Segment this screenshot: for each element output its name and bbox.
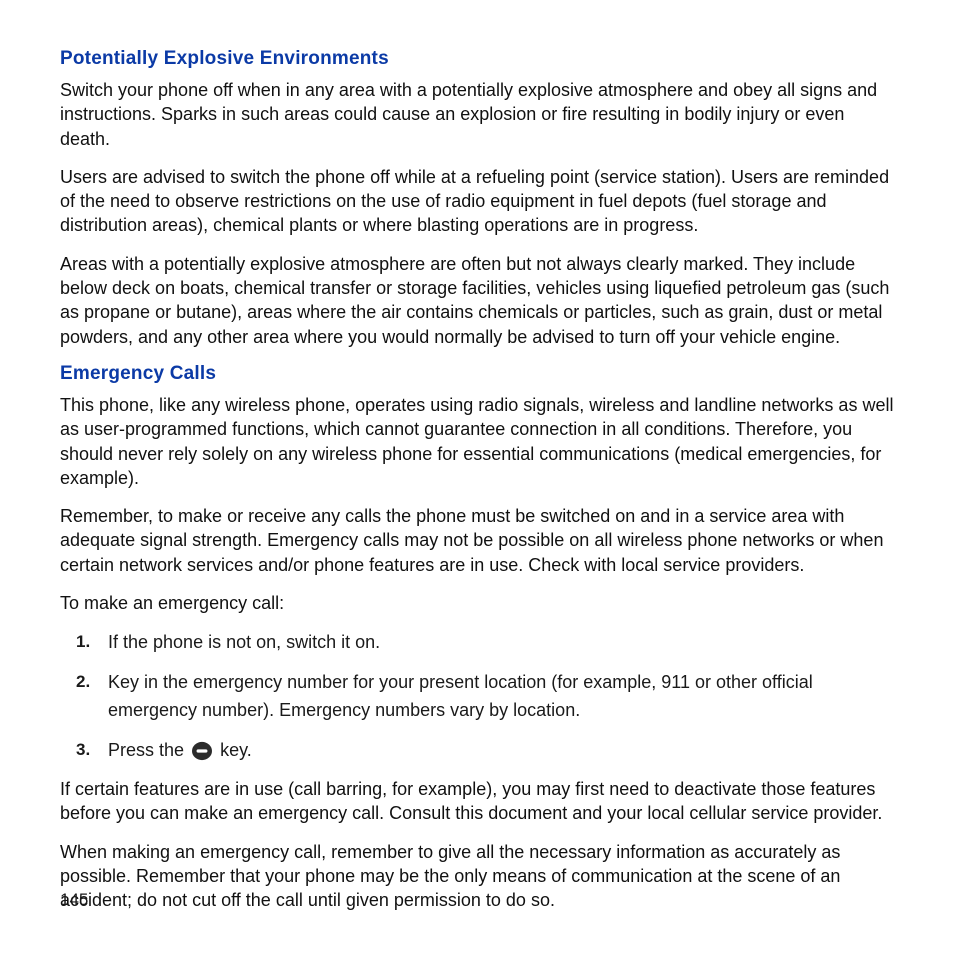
list-item: If the phone is not on, switch it on. xyxy=(88,629,894,657)
body-paragraph: Remember, to make or receive any calls t… xyxy=(60,504,894,577)
end-call-key-icon xyxy=(191,741,213,761)
list-item: Key in the emergency number for your pre… xyxy=(88,669,894,725)
emergency-steps-list: If the phone is not on, switch it on. Ke… xyxy=(60,629,894,765)
section-heading-emergency: Emergency Calls xyxy=(60,363,894,385)
body-paragraph: When making an emergency call, remember … xyxy=(60,840,894,913)
body-paragraph: Switch your phone off when in any area w… xyxy=(60,78,894,151)
page-number: 145 xyxy=(60,890,88,910)
list-item: Press the key. xyxy=(88,737,894,765)
body-paragraph: Users are advised to switch the phone of… xyxy=(60,165,894,238)
body-paragraph: This phone, like any wireless phone, ope… xyxy=(60,393,894,490)
body-paragraph: If certain features are in use (call bar… xyxy=(60,777,894,826)
manual-page: Potentially Explosive Environments Switc… xyxy=(0,0,954,954)
step-text-pre: Press the xyxy=(108,740,189,760)
lead-in-text: To make an emergency call: xyxy=(60,591,894,615)
body-paragraph: Areas with a potentially explosive atmos… xyxy=(60,252,894,349)
section-heading-explosive: Potentially Explosive Environments xyxy=(60,48,894,70)
step-text-post: key. xyxy=(220,740,252,760)
